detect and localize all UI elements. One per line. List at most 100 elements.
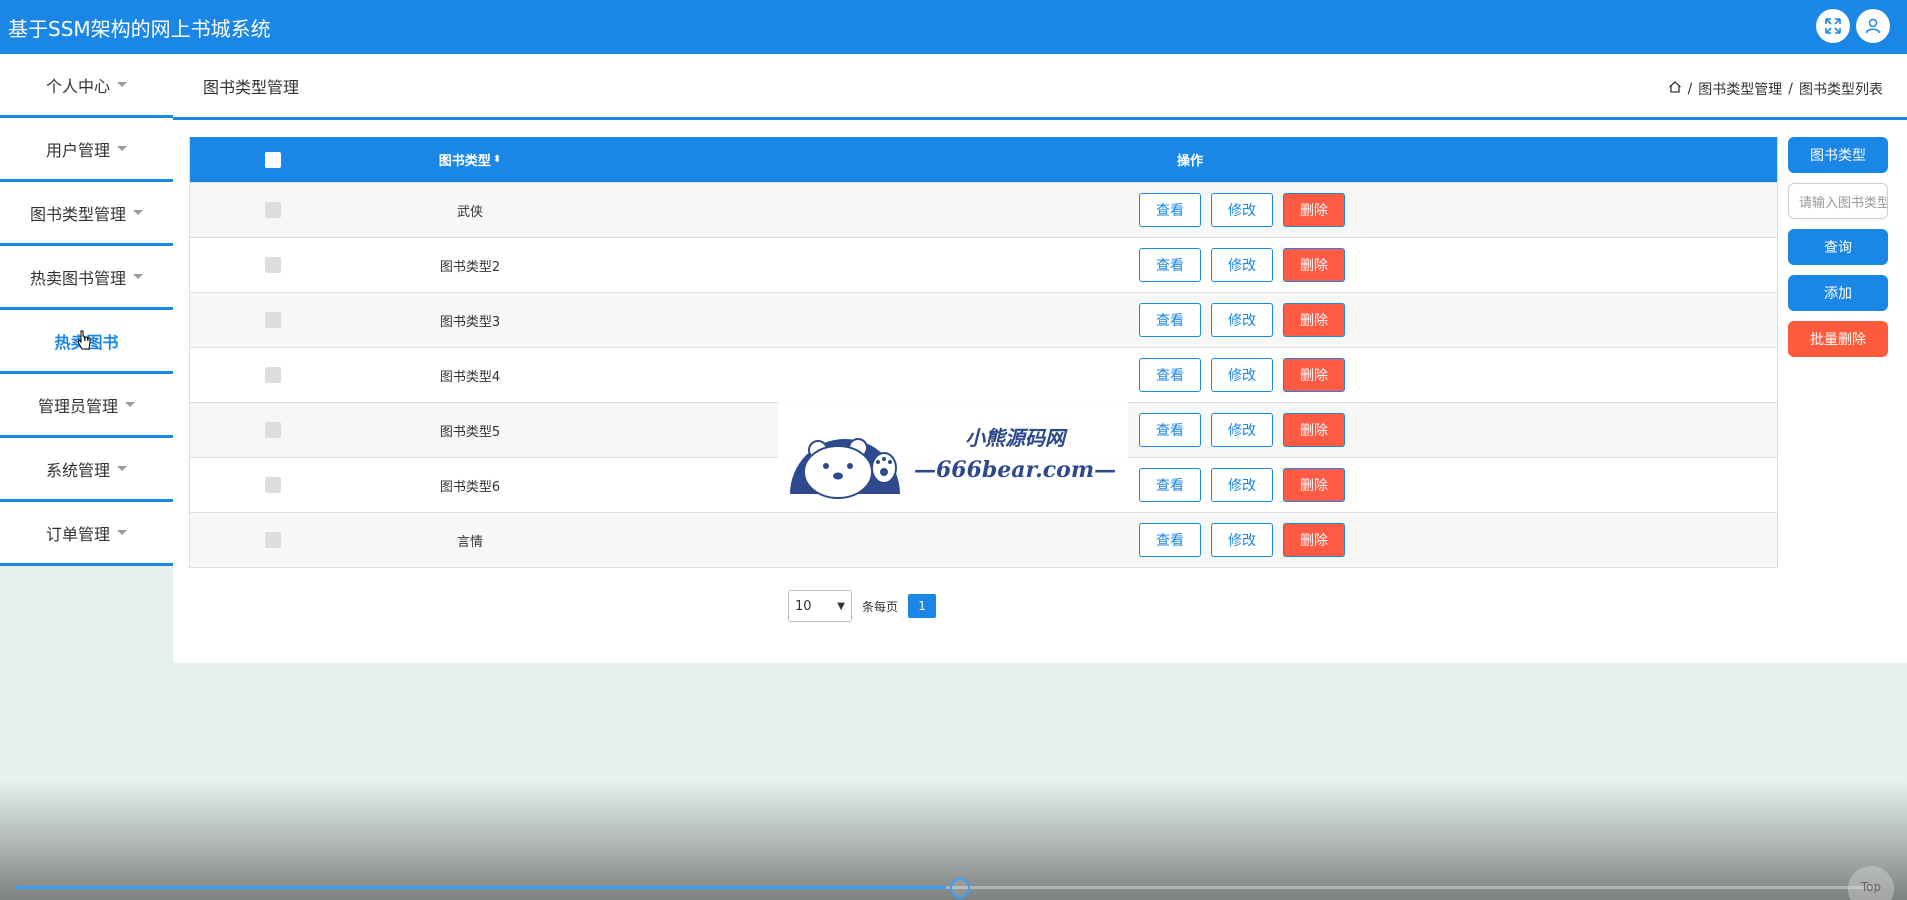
main-panel: 图书类型管理 / 图书类型管理 / 图书类型列表 图书类型 ⬍ 操作 武侠 查看 修改… [173,54,1907,663]
view-button[interactable]: 查看 [1139,358,1201,392]
column-header-ops: 操作 [1176,154,1203,169]
book-type-label-button[interactable]: 图书类型 [1788,137,1888,173]
watermark-logo: 小熊源码网 —666bear.com— [778,402,1128,502]
edit-button[interactable]: 修改 [1211,303,1273,337]
per-page-label: 条每页 [862,599,899,614]
page-size-select[interactable]: 10 ▼ [788,590,852,622]
book-type-cell: 图书类型3 [439,314,501,330]
edit-button[interactable]: 修改 [1211,193,1273,227]
sidebar-item-label: 系统管理 [45,460,110,480]
row-actions: 查看 修改 删除 [1139,248,1345,282]
sidebar-item-label: 热卖图书管理 [29,268,126,288]
query-button[interactable]: 查询 [1788,229,1888,265]
sort-icon[interactable]: ⬍ [493,154,501,165]
book-type-cell: 图书类型5 [439,424,501,440]
sidebar-item-personal-center[interactable]: 个人中心 [0,54,173,118]
breadcrumb: / 图书类型管理 / 图书类型列表 [1668,79,1883,99]
video-progress-fill [16,886,946,889]
row-checkbox[interactable] [265,367,281,383]
chevron-down-icon: ▼ [837,600,845,612]
view-button[interactable]: 查看 [1139,303,1201,337]
table-header: 图书类型 ⬍ 操作 [190,137,1777,182]
row-actions: 查看 修改 删除 [1139,358,1345,392]
row-actions: 查看 修改 删除 [1139,303,1345,337]
sidebar-item-label: 订单管理 [45,524,110,544]
user-avatar-icon[interactable] [1856,9,1890,43]
select-all-checkbox[interactable] [265,151,281,168]
breadcrumb-separator: / [1788,81,1793,97]
view-button[interactable]: 查看 [1139,248,1201,282]
delete-button[interactable]: 删除 [1283,523,1345,557]
book-type-cell: 言情 [456,534,483,550]
sidebar-item-label: 个人中心 [45,76,110,96]
right-action-panel: 图书类型 请输入图书类型 查询 添加 批量删除 [1788,137,1888,357]
batch-delete-button[interactable]: 批量删除 [1788,321,1888,357]
edit-button[interactable]: 修改 [1211,468,1273,502]
breadcrumb-separator: / [1687,81,1693,97]
column-header-label: 图书类型 [438,154,491,169]
row-actions: 查看 修改 删除 [1139,413,1345,447]
sidebar-item-label: 管理员管理 [37,396,118,416]
row-checkbox[interactable] [265,532,281,548]
book-type-cell: 图书类型2 [439,259,501,275]
sidebar-item-hot-books-management[interactable]: 热卖图书管理 [0,246,173,310]
page-title: 图书类型管理 [203,77,300,97]
book-type-table: 图书类型 ⬍ 操作 武侠 查看 修改 删除 图书类型2 查看 修改 删除 图书类型3 查看 修改 删除图… [189,137,1778,568]
delete-button[interactable]: 删除 [1283,468,1345,502]
view-button[interactable]: 查看 [1139,413,1201,447]
book-type-cell: 武侠 [456,204,483,220]
caret-down-icon [117,82,127,87]
book-type-cell: 图书类型6 [439,479,501,495]
sidebar-item-order-management[interactable]: 订单管理 [0,502,173,566]
home-icon[interactable] [1668,80,1682,98]
sidebar-item-system-management[interactable]: 系统管理 [0,438,173,502]
caret-down-icon [133,274,143,279]
table-row: 武侠 查看 修改 删除 [190,182,1777,237]
column-header-type[interactable]: 图书类型 ⬍ [420,137,520,182]
row-actions: 查看 修改 删除 [1139,193,1345,227]
edit-button[interactable]: 修改 [1211,358,1273,392]
app-title: 基于SSM架构的网上书城系统 [8,16,271,41]
top-bar: 基于SSM架构的网上书城系统 [0,0,1907,54]
delete-button[interactable]: 删除 [1283,303,1345,337]
view-button[interactable]: 查看 [1139,193,1201,227]
watermark-url: —666bear.com— [914,456,1117,483]
mouse-cursor-icon [77,330,91,350]
row-checkbox[interactable] [265,477,281,493]
watermark-title: 小熊源码网 [965,425,1066,450]
row-actions: 查看 修改 删除 [1139,523,1345,557]
page-number-current[interactable]: 1 [908,594,937,618]
add-button[interactable]: 添加 [1788,275,1888,311]
breadcrumb-item[interactable]: 图书类型管理 [1698,79,1782,99]
delete-button[interactable]: 删除 [1283,248,1345,282]
sidebar-item-label: 图书类型管理 [29,204,126,224]
breadcrumb-item: 图书类型列表 [1799,82,1883,98]
view-button[interactable]: 查看 [1139,468,1201,502]
sidebar-item-book-type-management[interactable]: 图书类型管理 [0,182,173,246]
delete-button[interactable]: 删除 [1283,413,1345,447]
video-progress-bar[interactable] [16,886,1876,889]
row-checkbox[interactable] [265,422,281,438]
edit-button[interactable]: 修改 [1211,248,1273,282]
fullscreen-icon[interactable] [1816,9,1850,43]
row-checkbox[interactable] [265,312,281,328]
pagination: 10 ▼ 条每页 1 [788,590,937,622]
view-button[interactable]: 查看 [1139,523,1201,557]
delete-button[interactable]: 删除 [1283,193,1345,227]
sidebar: 个人中心 用户管理 图书类型管理 热卖图书管理 热卖图书 管理员管理 系统管理 … [0,54,173,566]
sidebar-item-admin-management[interactable]: 管理员管理 [0,374,173,438]
table-row: 言情 查看 修改 删除 [190,512,1777,567]
table-row: 图书类型3 查看 修改 删除 [190,292,1777,347]
search-input[interactable]: 请输入图书类型 [1788,183,1888,219]
edit-button[interactable]: 修改 [1211,523,1273,557]
video-progress-knob[interactable] [950,878,970,898]
edit-button[interactable]: 修改 [1211,413,1273,447]
page-size-value: 10 [795,598,812,614]
delete-button[interactable]: 删除 [1283,358,1345,392]
table-row: 图书类型2 查看 修改 删除 [190,237,1777,292]
sidebar-item-label: 用户管理 [45,140,110,160]
sidebar-item-user-management[interactable]: 用户管理 [0,118,173,182]
row-checkbox[interactable] [265,257,281,273]
caret-down-icon [125,402,135,407]
row-checkbox[interactable] [265,202,281,218]
